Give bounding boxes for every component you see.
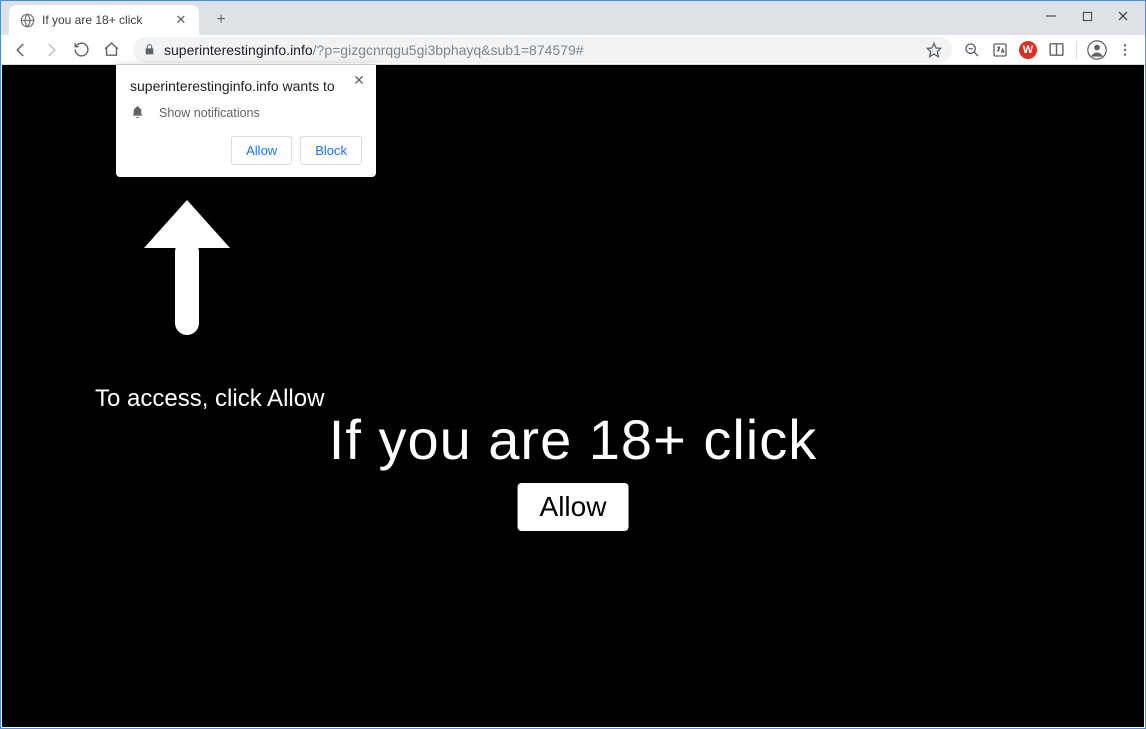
- profile-icon[interactable]: [1085, 38, 1109, 62]
- reading-list-icon[interactable]: [1044, 38, 1068, 62]
- new-tab-button[interactable]: +: [207, 6, 235, 34]
- toolbar: superinterestinginfo.info /?p=gizgcnrqgu…: [1, 35, 1145, 65]
- close-tab-icon[interactable]: ✕: [173, 12, 189, 28]
- tab-title: If you are 18+ click: [42, 13, 166, 27]
- url-path: /?p=gizgcnrqgu5gi3bphayq&sub1=874579#: [313, 42, 584, 58]
- home-button[interactable]: [97, 36, 125, 64]
- bell-icon: [130, 105, 145, 120]
- browser-tab[interactable]: If you are 18+ click ✕: [9, 5, 199, 35]
- page-allow-button[interactable]: Allow: [518, 483, 629, 531]
- menu-dots-icon[interactable]: [1113, 38, 1137, 62]
- popup-allow-button[interactable]: Allow: [231, 136, 292, 165]
- popup-permission-label: Show notifications: [159, 106, 260, 120]
- address-bar[interactable]: superinterestinginfo.info /?p=gizgcnrqgu…: [133, 37, 952, 63]
- reload-button[interactable]: [67, 36, 95, 64]
- toolbar-divider: [1076, 41, 1077, 59]
- up-arrow-icon: [142, 200, 232, 345]
- popup-close-icon[interactable]: ✕: [350, 71, 368, 89]
- url-host: superinterestinginfo.info: [164, 42, 313, 58]
- age-headline: If you are 18+ click: [2, 407, 1144, 472]
- window-controls: [1033, 1, 1141, 31]
- maximize-icon[interactable]: [1069, 2, 1105, 30]
- extension-w-icon[interactable]: W: [1016, 38, 1040, 62]
- forward-button[interactable]: [37, 36, 65, 64]
- zoom-icon[interactable]: [960, 38, 984, 62]
- translate-icon[interactable]: [988, 38, 1012, 62]
- minimize-icon[interactable]: [1033, 2, 1069, 30]
- notification-permission-popup: ✕ superinterestinginfo.info wants to Sho…: [116, 65, 376, 177]
- globe-icon: [19, 12, 35, 28]
- close-window-icon[interactable]: [1105, 2, 1141, 30]
- lock-icon: [143, 43, 156, 56]
- back-button[interactable]: [7, 36, 35, 64]
- popup-prompt-text: superinterestinginfo.info wants to: [130, 77, 362, 95]
- bookmark-star-icon[interactable]: [926, 42, 942, 58]
- popup-actions: Allow Block: [130, 136, 362, 165]
- title-bar: If you are 18+ click ✕ +: [1, 1, 1145, 35]
- popup-block-button[interactable]: Block: [300, 136, 362, 165]
- toolbar-right-icons: W: [960, 38, 1139, 62]
